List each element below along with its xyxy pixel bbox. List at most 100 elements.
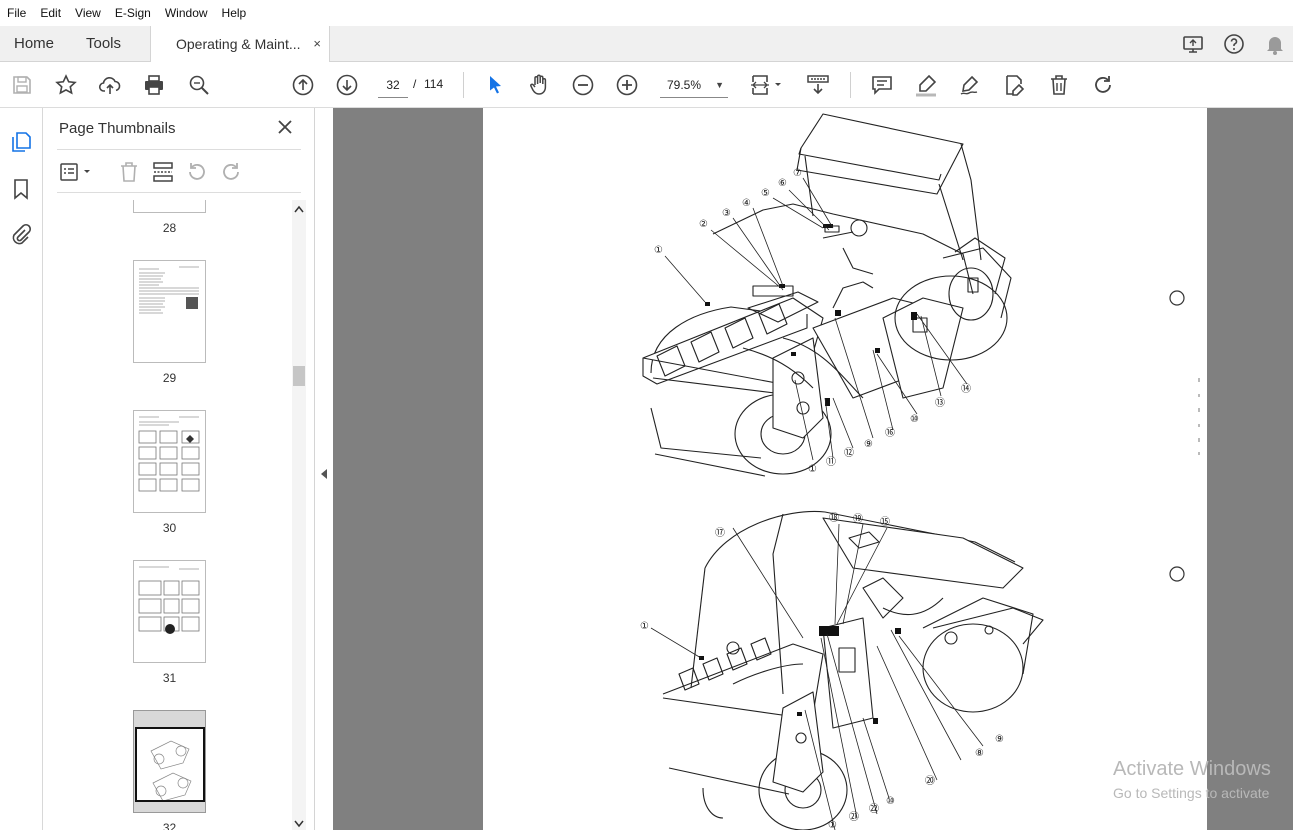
rotate-right-icon[interactable] [219,160,243,184]
callout-1d: ① [828,820,837,830]
bell-icon[interactable] [1263,32,1287,56]
select-arrow-icon[interactable] [483,73,507,97]
toolbar-divider [463,72,464,98]
thumbnail-list: 28 29 30 31 32 [57,200,291,830]
chevron-down-icon: ▼ [715,80,724,90]
delete-icon[interactable] [1047,73,1071,97]
callout-9: ⑨ [864,439,873,450]
save-icon[interactable] [10,73,34,97]
callout-14: ⑭ [961,383,971,395]
menu-window[interactable]: Window [158,6,208,20]
thumbnail-options-icon[interactable] [59,160,95,184]
hand-icon[interactable] [527,73,551,97]
callout-13: ⑬ [935,397,945,409]
menu-bar: File Edit View E-Sign Window Help [0,0,1293,26]
rotate-icon[interactable] [1091,73,1115,97]
callout-11: ⑪ [826,456,836,468]
highlight-icon[interactable] [914,73,938,97]
page-down-icon[interactable] [335,73,359,97]
toolbar-divider [850,72,851,98]
callout-1c: ① [640,621,649,632]
watermark-title: Activate Windows [1113,758,1271,780]
thumbnail-preview [150,740,192,802]
share-screen-icon[interactable] [1181,32,1205,56]
tab-tools[interactable]: Tools [86,26,121,62]
callout-8: ⑧ [975,748,984,759]
binder-hole [1169,566,1185,582]
close-tab-icon[interactable]: × [313,26,321,62]
thumbnail-current-view-frame [135,727,205,802]
menu-esign[interactable]: E-Sign [108,6,151,20]
panel-collapse-handle[interactable] [315,108,333,830]
thumbnail-preview [138,566,200,634]
thumbnail-label: 28 [162,221,177,235]
callout-21: ㉑ [849,811,859,823]
page-number-input[interactable]: 32 [378,72,408,98]
rotate-left-icon[interactable] [185,160,209,184]
close-panel-icon[interactable] [276,118,294,136]
page-thumbnails-panel: Page Thumbnails 28 29 30 31 32 [43,108,315,830]
callout-22: ㉒ [869,803,879,815]
activate-windows-watermark: Activate Windows Go to Settings to activ… [1113,758,1271,801]
zoom-out-icon[interactable] [571,73,595,97]
thumbnail-page-29[interactable] [133,260,206,363]
thumbnail-page-30[interactable] [133,410,206,513]
comment-icon[interactable] [870,73,894,97]
callout-1b: ① [808,464,817,475]
tab-bar: Home Tools Operating & Maint... × [0,26,1293,63]
upload-icon[interactable] [98,73,122,97]
callout-6: ⑥ [778,178,787,189]
tab-home[interactable]: Home [14,26,54,62]
scrollbar-thumb[interactable] [293,366,305,386]
toolbar: 32 / 114 79.5% ▼ [0,62,1293,108]
bookmark-icon[interactable] [10,178,32,200]
collapse-arrow-icon[interactable] [320,468,328,480]
scroll-down-icon[interactable] [294,820,304,828]
callout-15: ⑮ [880,516,890,528]
panel-divider [57,192,301,193]
thumbnail-preview [139,266,199,314]
star-icon[interactable] [54,73,78,97]
page-up-icon[interactable] [291,73,315,97]
callout-20: ⑳ [925,775,935,787]
menu-help[interactable]: Help [215,6,247,20]
left-navigation-rail [0,108,43,830]
print-icon[interactable] [142,73,166,97]
insert-page-icon[interactable] [151,160,175,184]
callout-10: ⑩ [910,414,919,425]
callout-5: ⑤ [761,188,770,199]
zoom-in-icon[interactable] [615,73,639,97]
sign-icon[interactable] [958,73,982,97]
callout-4: ④ [742,198,751,209]
thumbnail-label: 31 [162,671,177,685]
edit-pdf-icon[interactable] [1002,73,1026,97]
menu-file[interactable]: File [0,6,26,20]
help-icon[interactable] [1222,32,1246,56]
zoom-search-icon[interactable] [187,73,211,97]
zoom-value: 79.5% [667,78,702,92]
binder-hole [1169,290,1185,306]
thumbnail-page-31[interactable] [133,560,206,663]
callout-12: ⑫ [844,447,854,459]
thumbnail-page-28[interactable] [133,200,206,213]
scroll-up-icon[interactable] [294,205,304,213]
callout-16: ⑯ [885,427,895,439]
menu-view[interactable]: View [68,6,101,20]
callout-17: ⑰ [715,527,725,539]
zoom-select[interactable]: 79.5% ▼ [660,72,728,98]
thumbnail-scrollbar[interactable] [292,200,306,830]
panel-title: Page Thumbnails [59,120,176,137]
fit-page-icon[interactable] [750,73,786,97]
callout-2: ② [699,219,708,230]
document-viewer[interactable]: ① ② ③ ④ ⑤ ⑥ ⑦ ① ⑪ ⑫ ⑨ ⑯ ⑩ ⑬ ⑭ ⑰ ⑱ ⑲ ⑮ ① … [333,108,1293,830]
delete-page-icon[interactable] [117,160,141,184]
page-separator: / [413,77,417,91]
total-pages: 114 [424,77,444,91]
attachment-icon[interactable] [10,223,32,245]
callout-19: ⑲ [853,513,863,525]
scroll-mode-icon[interactable] [806,73,830,97]
thumbnail-page-32-selected[interactable] [133,710,206,813]
page-thumbnails-icon[interactable] [10,131,32,153]
menu-edit[interactable]: Edit [33,6,61,20]
tab-document[interactable]: Operating & Maint... × [150,26,330,63]
